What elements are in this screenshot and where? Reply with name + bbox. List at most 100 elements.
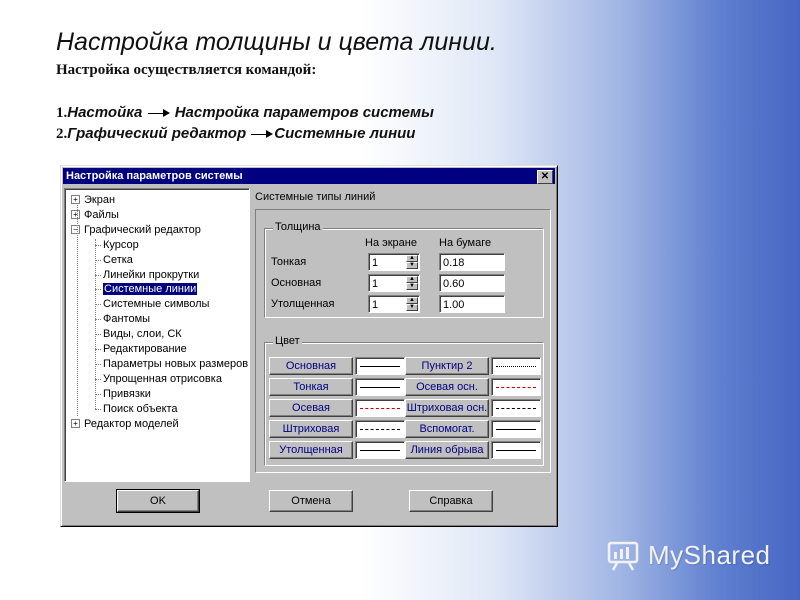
line-swatch (355, 399, 405, 417)
color-right-button[interactable]: Осевая осн. (405, 378, 489, 396)
myshared-logo: MyShared (606, 538, 771, 572)
spin-down-icon[interactable]: ▼ (406, 304, 418, 311)
tree-item-label: Фантомы (103, 313, 151, 326)
dialog-title: Настройка параметров системы (66, 170, 243, 182)
expand-icon[interactable]: + (71, 195, 80, 204)
tree-item[interactable]: Курсор (103, 238, 139, 252)
cancel-button[interactable]: Отмена (269, 490, 353, 512)
tree-item[interactable]: Фантомы (103, 312, 150, 326)
spinner-arrows[interactable]: ▲ ▼ (406, 255, 418, 269)
spinner-arrows[interactable]: ▲ ▼ (406, 297, 418, 311)
spin-down-icon[interactable]: ▼ (406, 283, 418, 290)
tree-item[interactable]: + Редактор моделей (71, 417, 179, 431)
screen-thickness-value: 1 (372, 299, 379, 311)
tree-item-label: Поиск объекта (103, 402, 178, 415)
tree-item-label: Курсор (103, 238, 139, 251)
spin-up-icon[interactable]: ▲ (406, 255, 418, 262)
color-left-button[interactable]: Осевая (269, 399, 353, 417)
arrow-right-icon (147, 108, 170, 118)
line-sample (496, 408, 536, 409)
color-left-button[interactable]: Основная (269, 357, 353, 375)
expand-icon[interactable]: + (71, 418, 80, 428)
tree-item[interactable]: + Экран (71, 193, 115, 207)
paper-thickness-field[interactable]: 1.00 (439, 295, 505, 313)
screen-thickness-spinner[interactable]: 1 ▲ ▼ (368, 274, 420, 292)
thickness-group: Толщина На экране На бумаге Тонкая 1 ▲ ▼ 0.1… (264, 221, 544, 318)
step-1-number: 1. (56, 105, 68, 121)
line-sample (360, 450, 400, 451)
color-group: Цвет Основная Тонкая Осевая Штриховая Утолще… (264, 335, 544, 466)
tree-item[interactable]: − Графический редактор (71, 223, 201, 237)
color-right-button[interactable]: Пунктир 2 (405, 357, 489, 375)
collapse-icon[interactable]: − (71, 224, 80, 234)
paper-thickness-field[interactable]: 0.18 (439, 253, 505, 271)
tree-connector (95, 334, 101, 336)
tree-item[interactable]: Линейки прокрутки (103, 268, 199, 282)
step-2-number: 2. (56, 126, 68, 142)
line-swatch (355, 357, 405, 375)
logo-text: MyShared (648, 539, 771, 570)
column-header-screen: На экране (365, 237, 417, 249)
tree-item[interactable]: Упрощенная отрисовка (103, 372, 222, 386)
color-right-button[interactable]: Вспомогат. (405, 420, 489, 438)
tree-item[interactable]: Системные символы (103, 297, 209, 311)
thickness-label: Основная (271, 277, 322, 289)
tree-item[interactable]: Параметры новых размеров (103, 357, 248, 371)
tree-item[interactable]: Виды, слои, СК (103, 327, 182, 341)
tree-item[interactable]: Поиск объекта (103, 402, 178, 416)
tree-item[interactable]: Сетка (103, 253, 133, 267)
ok-button[interactable]: OK (116, 489, 200, 513)
color-left-button[interactable]: Утолщенная (269, 441, 353, 459)
dialog-titlebar: Настройка параметров системы ✕ (63, 168, 555, 184)
color-right-button[interactable]: Линия обрыва (405, 441, 489, 459)
slide-subtitle: Настройка осуществляется командой: (56, 62, 317, 78)
color-left-button[interactable]: Тонкая (269, 378, 353, 396)
tree-item[interactable]: + Файлы (71, 208, 119, 222)
step-1: 1.Настойка Настройка параметров системы (56, 104, 434, 122)
color-group-label: Цвет (273, 335, 302, 347)
presentation-board-icon (607, 541, 639, 571)
line-sample (496, 429, 536, 430)
line-sample (496, 366, 536, 367)
tree-connector (95, 319, 101, 321)
line-sample (360, 387, 400, 388)
color-right-button[interactable]: Штриховая осн. (405, 399, 489, 417)
line-sample (360, 429, 400, 430)
tree-item[interactable]: Привязки (103, 387, 151, 401)
screen-thickness-spinner[interactable]: 1 ▲ ▼ (368, 295, 420, 313)
step-2-part-a: Графический редактор (67, 125, 247, 142)
settings-tree: + Экран + Файлы − Графический редактор Курсор С… (64, 188, 250, 482)
tree-item-label: Системные линии (103, 283, 198, 296)
tree-item[interactable]: Системные линии (103, 282, 198, 296)
line-swatch (355, 378, 405, 396)
line-sample (360, 408, 400, 409)
line-swatch (355, 441, 405, 459)
expand-icon[interactable]: + (71, 209, 80, 219)
paper-thickness-field[interactable]: 0.60 (439, 274, 505, 292)
screen-thickness-spinner[interactable]: 1 ▲ ▼ (368, 253, 420, 271)
settings-dialog: Настройка параметров системы ✕ + Экран + Фа… (60, 165, 558, 527)
color-left-button[interactable]: Штриховая (269, 420, 353, 438)
settings-panel: Толщина На экране На бумаге Тонкая 1 ▲ ▼ 0.1… (255, 209, 551, 473)
tree-item-label: Файлы (84, 208, 119, 221)
tree-connector (95, 408, 101, 410)
step-1-part-b: Настройка параметров системы (174, 104, 434, 121)
tree-item[interactable]: Редактирование (103, 342, 187, 356)
spinner-arrows[interactable]: ▲ ▼ (406, 276, 418, 290)
tree-item-label: Виды, слои, СК (103, 328, 182, 341)
arrow-right-icon (251, 129, 274, 139)
screen-thickness-value: 1 (372, 278, 379, 290)
step-2-part-b: Системные линии (274, 125, 416, 142)
help-button[interactable]: Справка (409, 490, 493, 512)
tree-item-label: Графический редактор (84, 223, 201, 236)
thickness-group-label: Толщина (273, 221, 323, 233)
thickness-label: Тонкая (271, 256, 307, 268)
screen-thickness-value: 1 (372, 257, 379, 269)
spin-down-icon[interactable]: ▼ (406, 262, 418, 269)
close-button[interactable]: ✕ (537, 170, 553, 184)
spin-up-icon[interactable]: ▲ (406, 297, 418, 304)
tree-connector (95, 304, 101, 306)
spin-up-icon[interactable]: ▲ (406, 276, 418, 283)
tree-line (95, 239, 96, 409)
line-swatch (491, 399, 541, 417)
